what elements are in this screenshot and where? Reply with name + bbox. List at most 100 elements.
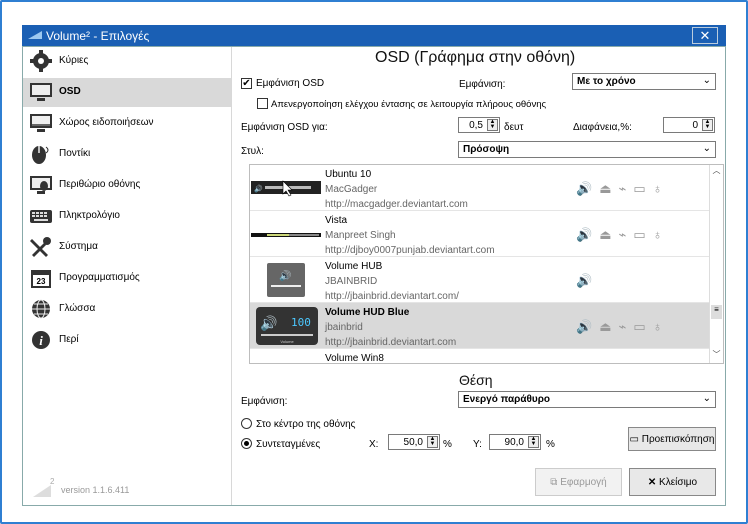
battery-icon: ▭	[633, 319, 653, 334]
style-name: Volume HUD Blue	[325, 307, 410, 318]
style-author: JBAINBRID	[325, 276, 378, 287]
mouse-icon	[32, 146, 49, 164]
volume-icon: 🔊	[576, 319, 600, 334]
spinner-arrows-icon[interactable]: ▲ ▼	[487, 119, 498, 131]
scroll-down-icon[interactable]: ﹀	[710, 349, 723, 363]
spinner-arrows-icon[interactable]: ▲ ▼	[528, 436, 539, 448]
osd-time-spinner[interactable]: 0,5 ▲ ▼	[458, 117, 500, 133]
scroll-up-icon[interactable]: ︿	[710, 165, 723, 179]
display-select[interactable]: Με το χρόνο ⌄	[572, 73, 716, 90]
osd-time-label: Εμφάνιση OSD για:	[241, 122, 328, 133]
app-logo-icon: 2	[33, 477, 55, 497]
osd-time-unit: δευτ	[504, 122, 524, 133]
sidebar-item-general[interactable]: Κύριες	[23, 47, 231, 76]
x-percent: %	[443, 439, 452, 450]
style-name: Vista	[325, 215, 348, 226]
chevron-down-icon: ⌄	[702, 393, 711, 404]
title-bar[interactable]: Volume² - Επιλογές ✕	[22, 25, 726, 46]
sidebar-item-label: Περιθώριο οθόνης	[59, 179, 141, 190]
sidebar-item-label: Ποντίκι	[59, 148, 91, 159]
coordinates-radio[interactable]	[241, 438, 252, 449]
show-osd-checkbox[interactable]: ✔	[241, 78, 252, 89]
eject-icon: ⏏	[599, 227, 619, 242]
y-label: Y:	[473, 439, 482, 450]
bulb-icon: ♁	[652, 181, 670, 196]
x-value: 50,0	[403, 437, 423, 448]
display-label: Εμφάνιση:	[459, 79, 506, 90]
battery-icon: ▭	[633, 181, 653, 196]
svg-text:🔊: 🔊	[279, 269, 291, 282]
volume-icon: 🔊	[576, 181, 600, 196]
sidebar-item-label: OSD	[59, 86, 81, 97]
version-label: version 1.1.6.411	[61, 485, 130, 495]
position-display-select[interactable]: Ενεργό παράθυρο ⌄	[458, 391, 716, 408]
center-screen-label: Στο κέντρο της οθόνης	[256, 419, 356, 430]
tools-icon	[30, 237, 51, 257]
style-row-ubuntu[interactable]: 🔊 Ubuntu 10 MacGadger http://macgadger.d…	[250, 165, 710, 211]
apply-button[interactable]: ⧉ Εφαρμογή	[535, 468, 622, 496]
style-row-volume-hud-blue[interactable]: 🔊 100 Volume Volume HUD Blue jbainbrid htt…	[250, 303, 710, 349]
sidebar-item-about[interactable]: i Περί	[23, 326, 231, 355]
bulb-icon: ♁	[652, 319, 670, 334]
center-screen-radio[interactable]	[241, 418, 252, 429]
transparency-label: Διαφάνεια,%:	[573, 122, 632, 133]
sidebar-item-label: Περί	[59, 334, 79, 345]
close-label: Κλείσιμο	[659, 477, 698, 488]
style-select-value: Πρόσοψη	[463, 144, 510, 155]
bulb-icon: ♁	[652, 227, 670, 242]
style-list[interactable]: 🔊 Ubuntu 10 MacGadger http://macgadger.d…	[249, 164, 724, 364]
sidebar-item-keyboard[interactable]: Πληκτρολόγιο	[23, 202, 231, 231]
tray-icon	[30, 114, 52, 132]
sidebar-item-scheduler[interactable]: 23 Προγραμματισμός	[23, 264, 231, 293]
show-osd-label: Εμφάνιση OSD	[256, 78, 325, 89]
svg-text:i: i	[39, 333, 43, 348]
logo-superscript: 2	[50, 477, 55, 486]
style-url: http://jbainbrid.deviantart.com	[325, 337, 457, 348]
keyboard-icon	[30, 210, 52, 223]
window-title: Volume² - Επιλογές	[46, 29, 150, 43]
x-label: X:	[369, 439, 379, 450]
info-icon: i	[32, 331, 50, 349]
close-button[interactable]: ✕ Κλείσιμο	[629, 468, 716, 496]
volume-hud-blue-thumbnail: 🔊 100 Volume	[256, 307, 318, 345]
sidebar-item-language[interactable]: Γλώσσα	[23, 295, 231, 324]
style-row-volume-win8[interactable]: Volume Win8	[250, 349, 710, 363]
sidebar-item-label: Γλώσσα	[59, 303, 96, 314]
style-capability-icons: 🔊⏏⌁▭♁	[576, 181, 669, 197]
sidebar-item-label: Κύριες	[59, 55, 89, 66]
close-window-button[interactable]: ✕	[692, 27, 718, 44]
style-row-vista[interactable]: Vista Manpreet Singh http://djboy0007pun…	[250, 211, 710, 257]
usb-icon: ⌁	[618, 181, 634, 196]
sidebar-item-tray[interactable]: Χώρος ειδοποιήσεων	[23, 109, 231, 138]
osd-time-value: 0,5	[469, 120, 483, 131]
apply-label: Εφαρμογή	[560, 477, 607, 488]
close-icon: ✕	[699, 28, 711, 43]
volume-hub-thumbnail: 🔊	[267, 263, 305, 297]
sidebar-item-mouse[interactable]: Ποντίκι	[23, 140, 231, 169]
y-spinner[interactable]: 90,0 ▲ ▼	[489, 434, 541, 450]
style-name: Ubuntu 10	[325, 169, 372, 180]
globe-icon	[32, 299, 50, 319]
preview-button[interactable]: ▭ Προεπισκόπηση	[628, 427, 716, 451]
ubuntu-osd-thumbnail: 🔊	[251, 180, 321, 197]
preview-label: Προεπισκόπηση	[641, 434, 715, 445]
style-list-scrollbar[interactable]: ︿ ≡ ﹀	[709, 165, 723, 363]
transparency-spinner[interactable]: 0 ▲ ▼	[663, 117, 715, 133]
x-spinner[interactable]: 50,0 ▲ ▼	[388, 434, 440, 450]
spinner-arrows-icon[interactable]: ▲ ▼	[427, 436, 438, 448]
scrollbar-thumb[interactable]: ≡	[711, 305, 722, 319]
page-title: OSD (Γράφημα στην οθόνη)	[375, 49, 576, 66]
usb-icon: ⌁	[618, 227, 634, 242]
style-row-volume-hub[interactable]: 🔊 Volume HUB JBAINBRID http://jbainbrid.…	[250, 257, 710, 303]
spinner-arrows-icon[interactable]: ▲ ▼	[702, 119, 713, 131]
chevron-down-icon: ⌄	[702, 75, 711, 86]
battery-icon: ▭	[633, 227, 653, 242]
app-logo-icon	[28, 31, 42, 39]
style-select[interactable]: Πρόσοψη ⌄	[458, 141, 716, 158]
fullscreen-checkbox[interactable]	[257, 98, 268, 109]
coordinates-label: Συντεταγμένες	[256, 439, 321, 450]
sidebar-item-system[interactable]: Σύστημα	[23, 233, 231, 262]
sidebar-item-osd[interactable]: OSD	[23, 78, 231, 107]
style-name: Volume HUB	[325, 261, 383, 272]
sidebar-item-screen-edge[interactable]: Περιθώριο οθόνης	[23, 171, 231, 200]
